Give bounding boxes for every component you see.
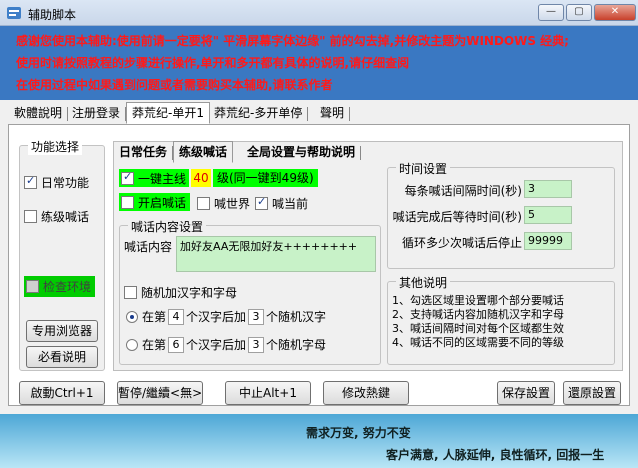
loop-input[interactable]: 99999 — [524, 232, 572, 250]
window-client: 感谢您使用本辅助:使用前请一定要将" 平滑屏幕字体边缘" 前的勾去掉,并修改主题… — [0, 26, 638, 468]
notes-group: 其他说明 1、勾选区域里设置哪个部分要喊话 2、支持喊话内容加随机汉字和字母 3… — [387, 274, 615, 365]
open-shout-check-icon — [121, 195, 134, 209]
daily-check-icon — [24, 174, 37, 189]
random-checkbox[interactable]: 随机加汉字和字母 — [124, 284, 237, 301]
world-check-icon — [197, 197, 210, 210]
open-shout-checkbox[interactable]: 开启喊话 — [119, 193, 191, 211]
minimize-button[interactable]: — — [538, 4, 564, 21]
content-label: 喊话内容 — [124, 240, 173, 254]
radio-letter[interactable]: 在第 6 个汉字后加 3 个随机字母 — [126, 336, 326, 353]
tab-software-info[interactable]: 軟體說明 — [8, 102, 69, 124]
wait-input[interactable]: 5 — [524, 206, 572, 224]
close-button[interactable]: ✕ — [594, 4, 636, 21]
notice-line-2: 使用时请按照教程的步骤进行操作,单开和多开都有具体的说明,请仔细查阅 — [16, 56, 410, 70]
radio-letter-count-field[interactable]: 3 — [248, 336, 265, 353]
wait-label: 喊话完成后等待时间(秒) — [392, 210, 522, 224]
mainline-level-field[interactable]: 40 — [191, 169, 211, 187]
tab-statement[interactable]: 聲明 — [314, 102, 351, 124]
time-group: 时间设置 每条喊话间隔时间(秒) 3 喊话完成后等待时间(秒) 5 循环多少次喊… — [387, 160, 615, 269]
footer-line-1: 需求万变, 努力不变 — [306, 426, 411, 440]
hotkey-button[interactable]: 修改熱鍵 — [323, 381, 409, 405]
random-check-icon — [124, 286, 137, 299]
radio-letter-post: 个随机字母 — [266, 338, 327, 352]
footer-line-2: 客户满意, 人脉延伸, 良性循环, 回报一生 — [386, 448, 605, 462]
readme-button[interactable]: 必看说明 — [26, 346, 98, 368]
env-label: 检查环境 — [43, 280, 92, 294]
maximize-button[interactable]: ▢ — [566, 4, 592, 21]
content-group-title: 喊话内容设置 — [128, 218, 207, 235]
interval-input[interactable]: 3 — [524, 180, 572, 198]
env-check-icon — [26, 280, 39, 293]
radio-letter-icon — [126, 338, 138, 351]
notes-group-title: 其他说明 — [396, 274, 451, 291]
loop-label: 循环多少次喊话后停止 — [401, 236, 522, 250]
time-group-title: 时间设置 — [396, 160, 451, 177]
current-check-icon — [255, 195, 268, 210]
content-group: 喊话内容设置 喊话内容 加好友AA无限加好友++++++++ 随机加汉字和字母 … — [119, 218, 381, 365]
tab-level-shout[interactable]: 练级喊话 — [173, 141, 234, 163]
radio-hanzi-pos-field[interactable]: 4 — [168, 308, 185, 325]
radio-letter-pre: 在第 — [142, 338, 167, 352]
radio-hanzi-mid: 个汉字后加 — [186, 310, 247, 324]
tab-register-login[interactable]: 注册登录 — [66, 102, 127, 124]
radio-hanzi-pre: 在第 — [142, 310, 167, 324]
radio-hanzi-icon — [126, 310, 138, 323]
function-group-title: 功能选择 — [28, 138, 83, 155]
mainline-note: 级(同一键到49级) — [213, 169, 318, 187]
mainline-check-icon — [121, 170, 134, 185]
daily-checkbox[interactable]: 日常功能 — [24, 174, 89, 191]
app-icon — [7, 7, 21, 19]
save-button[interactable]: 保存設置 — [497, 381, 555, 405]
current-checkbox[interactable]: 喊当前 — [255, 195, 308, 212]
tab-global-settings[interactable]: 全局设置与帮助说明 — [241, 141, 362, 163]
world-checkbox[interactable]: 喊世界 — [197, 195, 250, 212]
pause-button[interactable]: 暫停/繼續<無> — [117, 381, 203, 405]
function-group: 功能选择 日常功能 练级喊话 检查环境 专用浏览器 必看说明 — [19, 138, 105, 371]
radio-letter-pos-field[interactable]: 6 — [168, 336, 185, 353]
world-label: 喊世界 — [214, 197, 251, 211]
open-shout-label: 开启喊话 — [138, 195, 187, 210]
daily-label: 日常功能 — [41, 176, 90, 190]
tab-multi-stop[interactable]: 莽荒纪-多开单停 — [208, 102, 309, 124]
browser-button[interactable]: 专用浏览器 — [26, 320, 98, 342]
radio-hanzi-post: 个随机汉字 — [266, 310, 327, 324]
shout-checkbox[interactable]: 练级喊话 — [24, 208, 89, 225]
interval-label: 每条喊话间隔时间(秒) — [404, 184, 522, 198]
notice-line-3: 在使用过程中如果遇到问题或者需要购买本辅助,请联系作者 — [16, 78, 333, 92]
shout-label: 练级喊话 — [41, 210, 90, 224]
single-1-panel: 功能选择 日常功能 练级喊话 检查环境 专用浏览器 必看说明 日常任务 练级喊话… — [8, 124, 630, 406]
stop-button[interactable]: 中止Alt+1 — [225, 381, 311, 405]
radio-hanzi-count-field[interactable]: 3 — [248, 308, 265, 325]
notes-line-4: 4、喊话不同的区域需要不同的等级 — [392, 336, 564, 349]
restore-button[interactable]: 還原設置 — [563, 381, 621, 405]
radio-letter-mid: 个汉字后加 — [186, 338, 247, 352]
radio-hanzi[interactable]: 在第 4 个汉字后加 3 个随机汉字 — [126, 308, 326, 325]
mainline-checkbox[interactable]: 一键主线 — [119, 169, 190, 187]
notice-banner: 感谢您使用本辅助:使用前请一定要将" 平滑屏幕字体边缘" 前的勾去掉,并修改主题… — [0, 26, 638, 100]
tab-single-1[interactable]: 莽荒纪-单开1 — [126, 102, 210, 124]
current-label: 喊当前 — [272, 197, 309, 211]
title-bar: 辅助脚本 — ▢ ✕ — [0, 0, 638, 26]
env-checkbox[interactable]: 检查环境 — [24, 276, 96, 297]
notice-line-1: 感谢您使用本辅助:使用前请一定要将" 平滑屏幕字体边缘" 前的勾去掉,并修改主题… — [16, 34, 569, 48]
start-button[interactable]: 啟動Ctrl+1 — [19, 381, 105, 405]
window-title: 辅助脚本 — [28, 8, 77, 22]
content-textarea[interactable]: 加好友AA无限加好友++++++++ — [176, 236, 376, 272]
mainline-label: 一键主线 — [138, 171, 187, 186]
tab-daily-tasks[interactable]: 日常任务 — [113, 141, 174, 163]
random-label: 随机加汉字和字母 — [141, 286, 238, 300]
shout-check-icon — [24, 210, 37, 223]
footer-banner: 需求万变, 努力不变 客户满意, 人脉延伸, 良性循环, 回报一生 — [0, 414, 638, 468]
